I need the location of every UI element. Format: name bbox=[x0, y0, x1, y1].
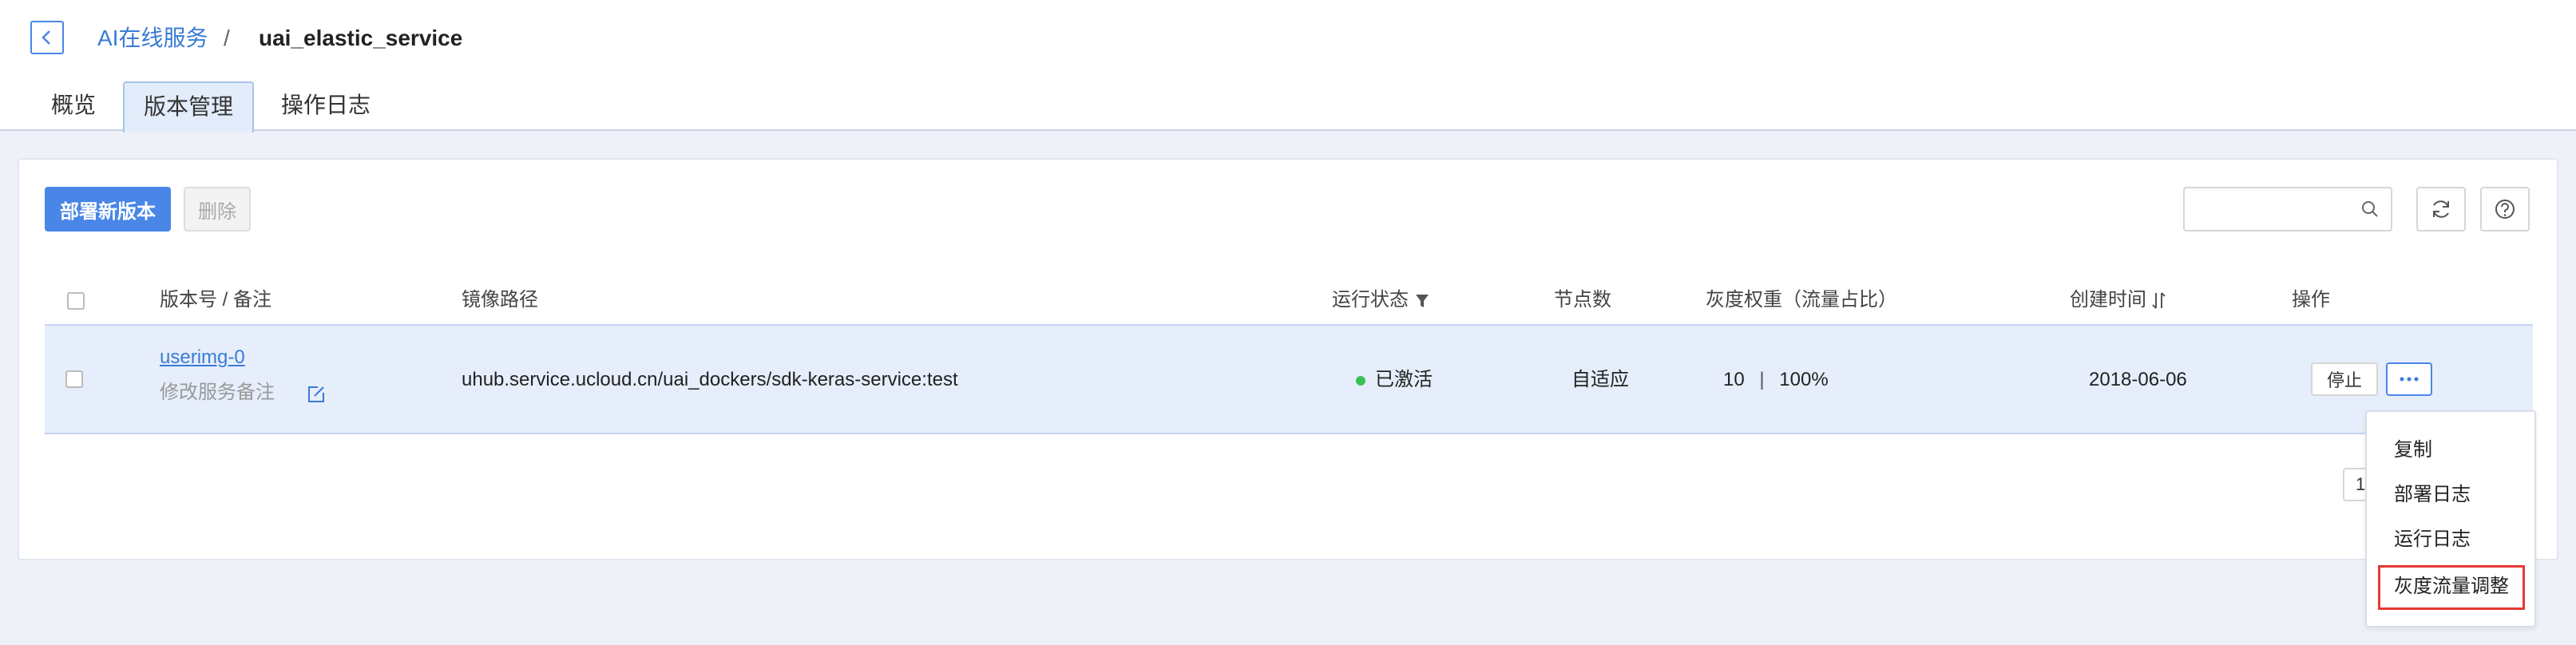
more-actions-menu: 复制 部署日志 运行日志 灰度流量调整 bbox=[2365, 410, 2536, 627]
created-date: 2018-06-06 bbox=[2089, 369, 2187, 390]
search-field[interactable] bbox=[2183, 187, 2392, 231]
select-all-checkbox[interactable] bbox=[67, 292, 85, 310]
header-nodes: 节点数 bbox=[1554, 289, 1611, 311]
version-list-panel: 部署新版本 删除 版本号 / 备注 镜像路径 运行状态 节点数 灰度权重（流量占… bbox=[18, 158, 2558, 560]
page-title: uai_elastic_service bbox=[259, 26, 463, 50]
status-cell: 已激活 bbox=[1356, 367, 1433, 393]
more-icon bbox=[2400, 377, 2419, 382]
deploy-new-version-button[interactable]: 部署新版本 bbox=[45, 187, 171, 231]
refresh-icon bbox=[2433, 200, 2449, 218]
menu-item-copy[interactable]: 复制 bbox=[2394, 434, 2432, 466]
edit-icon[interactable] bbox=[307, 385, 326, 408]
image-path: uhub.service.ucloud.cn/uai_dockers/sdk-k… bbox=[462, 369, 958, 390]
status-dot bbox=[1356, 375, 1365, 386]
chevron-left-icon bbox=[42, 30, 50, 45]
tab-operation-log[interactable]: 操作日志 bbox=[262, 81, 390, 131]
header-image-path: 镜像路径 bbox=[462, 289, 538, 311]
traffic-percent: 100% bbox=[1779, 369, 1829, 390]
help-icon bbox=[2495, 200, 2515, 219]
header-actions: 操作 bbox=[2292, 289, 2330, 311]
filter-icon[interactable] bbox=[1414, 292, 1430, 310]
header-status-label: 运行状态 bbox=[1332, 289, 1409, 311]
header-created[interactable]: 创建时间 bbox=[2070, 276, 2166, 324]
delete-button: 删除 bbox=[184, 187, 251, 231]
menu-item-run-log[interactable]: 运行日志 bbox=[2394, 524, 2471, 556]
row-checkbox[interactable] bbox=[65, 370, 83, 388]
gray-weight-cell: 10 | 100% bbox=[1723, 367, 1829, 393]
breadcrumb-parent-link[interactable]: AI在线服务 bbox=[97, 22, 208, 54]
search-input[interactable] bbox=[2194, 188, 2354, 228]
more-actions-button[interactable] bbox=[2386, 362, 2432, 396]
header-gray-weight: 灰度权重（流量占比） bbox=[1706, 289, 1897, 311]
refresh-button[interactable] bbox=[2416, 187, 2466, 231]
back-button[interactable] bbox=[30, 21, 64, 54]
remark-text: 修改服务备注 bbox=[160, 382, 275, 403]
weight-separator: | bbox=[1759, 369, 1765, 390]
menu-item-gray-traffic-adjust[interactable]: 灰度流量调整 bbox=[2378, 565, 2525, 610]
version-link[interactable]: userimg-0 bbox=[160, 345, 245, 370]
sort-icon[interactable] bbox=[2151, 291, 2166, 311]
stop-button[interactable]: 停止 bbox=[2311, 362, 2378, 396]
header-created-label: 创建时间 bbox=[2070, 289, 2146, 311]
breadcrumb-separator: / bbox=[224, 26, 230, 50]
menu-item-deploy-log[interactable]: 部署日志 bbox=[2394, 479, 2471, 511]
header-status: 运行状态 bbox=[1332, 276, 1430, 324]
tab-overview[interactable]: 概览 bbox=[32, 81, 115, 131]
page-header: AI在线服务 / uai_elastic_service 概览 版本管理 操作日… bbox=[0, 0, 2576, 133]
search-icon[interactable] bbox=[2360, 200, 2380, 223]
tab-version-management[interactable]: 版本管理 bbox=[123, 81, 255, 133]
help-button[interactable] bbox=[2480, 187, 2530, 231]
header-version: 版本号 / 备注 bbox=[160, 289, 272, 311]
nodes-value: 自适应 bbox=[1571, 369, 1629, 390]
table-row: userimg-0 修改服务备注 uhub.service.ucloud.cn/… bbox=[45, 324, 2533, 434]
status-text: 已激活 bbox=[1375, 369, 1433, 390]
weight-value: 10 bbox=[1723, 369, 1745, 390]
